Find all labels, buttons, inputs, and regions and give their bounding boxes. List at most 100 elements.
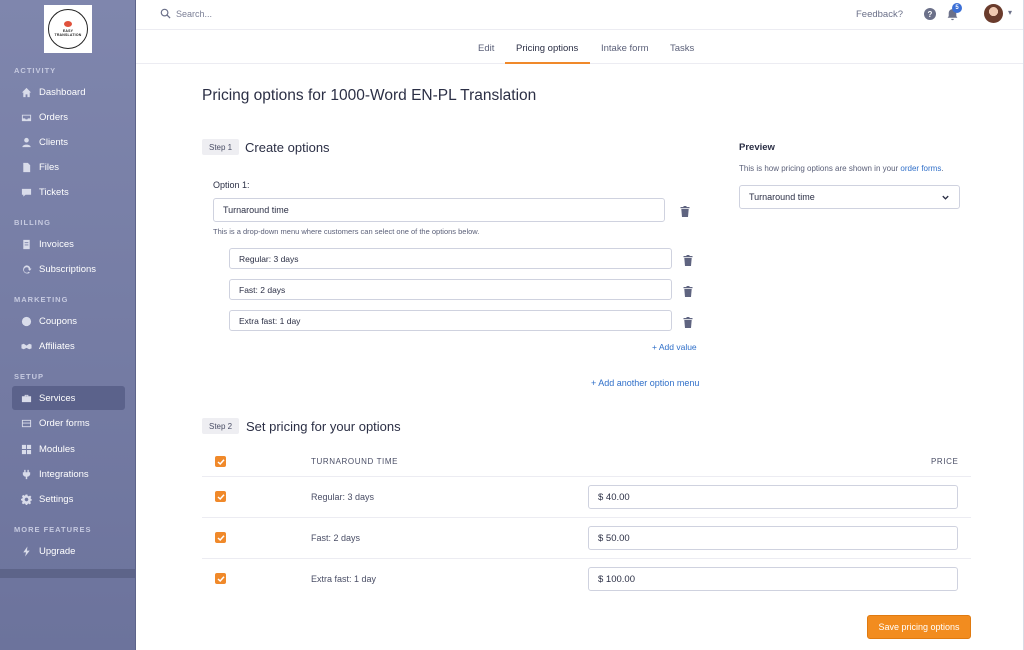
sidebar-item-subscriptions[interactable]: Subscriptions [12, 257, 125, 281]
step2-title: Set pricing for your options [246, 419, 401, 434]
sidebar-item-affiliates[interactable]: Affiliates [12, 334, 125, 358]
row-checkbox[interactable] [215, 491, 226, 502]
top-bar: Search... Feedback? ? 5 ▾ [136, 0, 1024, 30]
sidebar-item-dashboard[interactable]: Dashboard [12, 80, 125, 104]
sidebar-item-label: Tickets [39, 186, 69, 198]
preview-text-prefix: This is how pricing options are shown in… [739, 164, 901, 173]
chevron-down-icon[interactable]: ▾ [1008, 8, 1012, 17]
tab-pricing-options[interactable]: Pricing options [516, 43, 578, 54]
preview-text-suffix: . [941, 164, 944, 173]
value-input-regular[interactable]: Regular: 3 days [229, 248, 672, 269]
trash-icon [683, 317, 693, 328]
sidebar-item-invoices[interactable]: Invoices [12, 232, 125, 256]
value-input-fast[interactable]: Fast: 2 days [229, 279, 672, 300]
tab-bar: Edit Pricing options Intake form Tasks [136, 31, 1024, 64]
sidebar-item-label: Subscriptions [39, 263, 97, 275]
chevron-down-icon [942, 195, 949, 200]
price-input-extra-fast[interactable]: $ 100.00 [588, 567, 958, 591]
bolt-icon [23, 545, 30, 557]
table-row-label: Fast: 2 days [311, 533, 361, 543]
briefcase-icon [21, 394, 32, 402]
sidebar-item-label: Affiliates [39, 340, 75, 352]
help-icon[interactable]: ? [924, 8, 936, 20]
row-checkbox[interactable] [215, 532, 226, 543]
chat-icon [21, 188, 32, 197]
step2-tag: Step 2 [202, 418, 240, 434]
handshake-icon [21, 343, 32, 349]
form-icon [21, 419, 32, 427]
save-pricing-options-button[interactable]: Save pricing options [867, 615, 971, 639]
delete-option-button[interactable] [680, 204, 690, 217]
sidebar-item-clients[interactable]: Clients [12, 130, 125, 154]
sidebar-item-services[interactable]: Services [12, 386, 125, 410]
column-header-turnaround: TURNAROUND TIME [311, 457, 399, 466]
sidebar-item-label: Integrations [39, 468, 89, 480]
add-value-link[interactable]: + Add value [652, 342, 697, 352]
sidebar-item-modules[interactable]: Modules [12, 437, 125, 461]
sidebar-item-label: Files [39, 161, 60, 173]
option-label: Option 1: [213, 180, 250, 190]
sidebar-item-settings[interactable]: Settings [12, 487, 125, 511]
price-input-fast[interactable]: $ 50.00 [588, 526, 958, 550]
column-header-price: PRICE [931, 457, 959, 466]
sidebar-item-orders[interactable]: Orders [12, 105, 125, 129]
tab-edit[interactable]: Edit [478, 43, 494, 54]
select-all-checkbox[interactable] [215, 456, 226, 467]
sidebar-item-label: Coupons [39, 315, 78, 327]
table-row-label: Extra fast: 1 day [311, 574, 377, 584]
sidebar-item-label: Invoices [39, 238, 74, 250]
sidebar-item-label: Clients [39, 136, 69, 148]
trash-icon [683, 255, 693, 266]
file-icon [23, 162, 31, 172]
company-logo[interactable]: EASY TRANSLATION [44, 5, 92, 53]
gear-icon [21, 493, 32, 505]
sidebar-item-files[interactable]: Files [12, 155, 125, 179]
sidebar-item-order-forms[interactable]: Order forms [12, 411, 125, 435]
page-title: Pricing options for 1000-Word EN-PL Tran… [202, 87, 537, 104]
plug-icon [22, 469, 31, 479]
delete-value-button[interactable] [683, 315, 693, 328]
preview-select[interactable]: Turnaround time [739, 185, 960, 209]
sidebar-item-upgrade[interactable]: Upgrade [12, 539, 125, 563]
sidebar-scrollbar[interactable] [0, 569, 135, 578]
delete-value-button[interactable] [683, 284, 693, 297]
price-input-regular[interactable]: $ 40.00 [588, 485, 958, 509]
sidebar-item-label: Order forms [39, 417, 90, 429]
sidebar-item-label: Modules [39, 443, 75, 455]
row-checkbox[interactable] [215, 573, 226, 584]
row-divider [202, 476, 971, 477]
row-divider [202, 517, 971, 518]
row-divider [202, 558, 971, 559]
sidebar-item-label: Dashboard [39, 86, 86, 98]
avatar[interactable] [984, 4, 1003, 23]
search-box[interactable]: Search... [160, 8, 212, 19]
preview-title: Preview [739, 142, 775, 153]
add-option-menu-link[interactable]: + Add another option menu [591, 378, 699, 388]
invoice-icon [23, 239, 30, 249]
inbox-icon [21, 114, 32, 121]
check-icon [216, 493, 225, 500]
option-name-input[interactable]: Turnaround time [213, 198, 665, 222]
step1-title: Create options [245, 140, 330, 155]
order-forms-link[interactable]: order forms [900, 164, 941, 173]
trash-icon [683, 286, 693, 297]
feedback-link[interactable]: Feedback? [856, 9, 903, 20]
section-label-setup: SETUP [14, 372, 45, 381]
sidebar-item-coupons[interactable]: Coupons [12, 309, 125, 333]
user-icon [22, 137, 31, 147]
sidebar-item-integrations[interactable]: Integrations [12, 462, 125, 486]
search-input[interactable]: Search... [176, 9, 212, 19]
notification-badge: 5 [952, 3, 962, 13]
check-icon [216, 575, 225, 582]
section-label-more-features: MORE FEATURES [14, 525, 92, 534]
preview-description: This is how pricing options are shown in… [739, 164, 944, 173]
sidebar-item-label: Services [39, 392, 76, 404]
coupon-icon [21, 316, 32, 326]
sidebar-item-tickets[interactable]: Tickets [12, 180, 125, 204]
tab-tasks[interactable]: Tasks [670, 43, 694, 54]
delete-value-button[interactable] [683, 253, 693, 266]
tab-intake-form[interactable]: Intake form [601, 43, 649, 54]
trash-icon [680, 206, 690, 217]
value-input-extra-fast[interactable]: Extra fast: 1 day [229, 310, 672, 331]
preview-select-value: Turnaround time [749, 192, 815, 202]
